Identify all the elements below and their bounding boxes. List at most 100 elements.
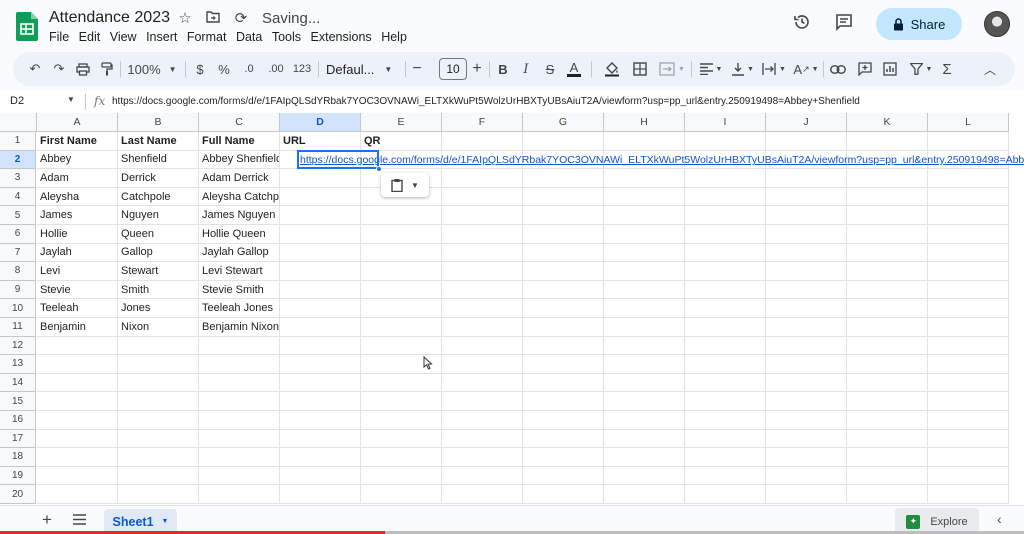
cell-l15[interactable] (928, 392, 1009, 411)
menu-insert[interactable]: Insert (146, 30, 177, 44)
cell-f11[interactable] (442, 318, 523, 337)
cell-j19[interactable] (766, 466, 847, 486)
cell-k3[interactable] (847, 169, 928, 188)
cell-h20[interactable] (604, 485, 685, 504)
column-header-f[interactable]: F (442, 113, 523, 132)
cell-g19[interactable] (523, 466, 604, 486)
cell-i5[interactable] (685, 206, 766, 225)
cell-a17[interactable] (37, 429, 118, 449)
cell-e11[interactable] (361, 318, 442, 337)
cell-l10[interactable] (928, 299, 1009, 318)
cell-b14[interactable] (118, 373, 199, 393)
cell-j15[interactable] (766, 392, 847, 411)
cell-b3[interactable]: Derrick (118, 169, 199, 188)
cell-h18[interactable] (604, 448, 685, 467)
chevron-down-icon[interactable]: ▼ (67, 95, 75, 104)
cell-i20[interactable] (685, 485, 766, 504)
cell-c7[interactable]: Jaylah Gallop (199, 243, 280, 263)
cell-b13[interactable] (118, 355, 199, 374)
cell-c16[interactable] (199, 411, 280, 430)
cell-e9[interactable] (361, 280, 442, 300)
cell-i6[interactable] (685, 225, 766, 244)
cell-e12[interactable] (361, 336, 442, 356)
cell-e5[interactable] (361, 206, 442, 225)
font-select[interactable]: Defaul... ▼ (326, 52, 402, 86)
all-sheets-icon[interactable] (73, 512, 86, 529)
undo-icon[interactable]: ↶ (27, 52, 43, 86)
cell-f6[interactable] (442, 225, 523, 244)
cell-j6[interactable] (766, 225, 847, 244)
insert-comment-icon[interactable] (856, 52, 874, 86)
cell-c10[interactable]: Teeleah Jones (199, 299, 280, 318)
cell-k20[interactable] (847, 485, 928, 504)
cell-c20[interactable] (199, 485, 280, 504)
cell-i15[interactable] (685, 392, 766, 411)
cell-c19[interactable] (199, 466, 280, 486)
cell-k18[interactable] (847, 448, 928, 467)
menu-file[interactable]: File (49, 30, 69, 44)
cell-b17[interactable] (118, 429, 199, 449)
cell-k6[interactable] (847, 225, 928, 244)
cell-h11[interactable] (604, 318, 685, 337)
cell-a8[interactable]: Levi (37, 262, 118, 281)
cell-c15[interactable] (199, 392, 280, 411)
cell-l11[interactable] (928, 318, 1009, 337)
vertical-align-icon[interactable]: ▼ (729, 52, 757, 86)
cell-h5[interactable] (604, 206, 685, 225)
cell-l12[interactable] (928, 336, 1009, 356)
cell-c6[interactable]: Hollie Queen (199, 225, 280, 244)
cell-k5[interactable] (847, 206, 928, 225)
cell-h10[interactable] (604, 299, 685, 318)
cell-j9[interactable] (766, 280, 847, 300)
name-box[interactable]: D2 (10, 95, 24, 107)
move-folder-icon[interactable] (204, 10, 222, 27)
cell-b4[interactable]: Catchpole (118, 187, 199, 207)
row-header-16[interactable]: 16 (0, 411, 36, 430)
cell-h12[interactable] (604, 336, 685, 356)
column-header-e[interactable]: E (361, 113, 442, 132)
cell-k14[interactable] (847, 373, 928, 393)
cell-f19[interactable] (442, 466, 523, 486)
cell-e1[interactable]: QR (361, 132, 442, 151)
cell-i1[interactable] (685, 132, 766, 151)
cell-e15[interactable] (361, 392, 442, 411)
version-history-icon[interactable] (792, 13, 812, 36)
cell-b16[interactable] (118, 411, 199, 430)
star-icon[interactable]: ☆ (176, 9, 194, 27)
cell-c4[interactable]: Aleysha Catchpole (199, 187, 280, 207)
column-header-c[interactable]: C (199, 113, 280, 132)
column-header-d[interactable]: D (280, 113, 361, 132)
cell-g11[interactable] (523, 318, 604, 337)
row-header-4[interactable]: 4 (0, 187, 36, 207)
cell-i13[interactable] (685, 355, 766, 374)
number-format-button[interactable]: 123 (292, 52, 312, 86)
cell-l8[interactable] (928, 262, 1009, 281)
row-header-10[interactable]: 10 (0, 299, 36, 318)
avatar[interactable] (984, 11, 1010, 37)
cell-d3[interactable] (280, 169, 361, 188)
cell-f3[interactable] (442, 169, 523, 188)
cell-j13[interactable] (766, 355, 847, 374)
share-button[interactable]: Share (876, 8, 962, 40)
cell-h4[interactable] (604, 187, 685, 207)
cell-h8[interactable] (604, 262, 685, 281)
print-icon[interactable] (75, 52, 91, 86)
cell-e20[interactable] (361, 485, 442, 504)
cell-d5[interactable] (280, 206, 361, 225)
row-header-5[interactable]: 5 (0, 206, 36, 225)
column-header-h[interactable]: H (604, 113, 685, 132)
row-header-1[interactable]: 1 (0, 132, 36, 151)
cell-k13[interactable] (847, 355, 928, 374)
menu-help[interactable]: Help (381, 30, 407, 44)
fill-color-icon[interactable] (603, 52, 621, 86)
row-header-19[interactable]: 19 (0, 466, 36, 486)
cell-k17[interactable] (847, 429, 928, 449)
chevron-left-icon[interactable]: ‹ (997, 511, 1002, 527)
cell-f20[interactable] (442, 485, 523, 504)
cell-a15[interactable] (37, 392, 118, 411)
cell-b15[interactable] (118, 392, 199, 411)
formula-input[interactable]: https://docs.google.com/forms/d/e/1FAIpQ… (112, 96, 860, 107)
collapse-toolbar-icon[interactable]: ︿ (982, 52, 998, 86)
cell-g10[interactable] (523, 299, 604, 318)
increase-font-size-icon[interactable]: + (470, 52, 484, 86)
